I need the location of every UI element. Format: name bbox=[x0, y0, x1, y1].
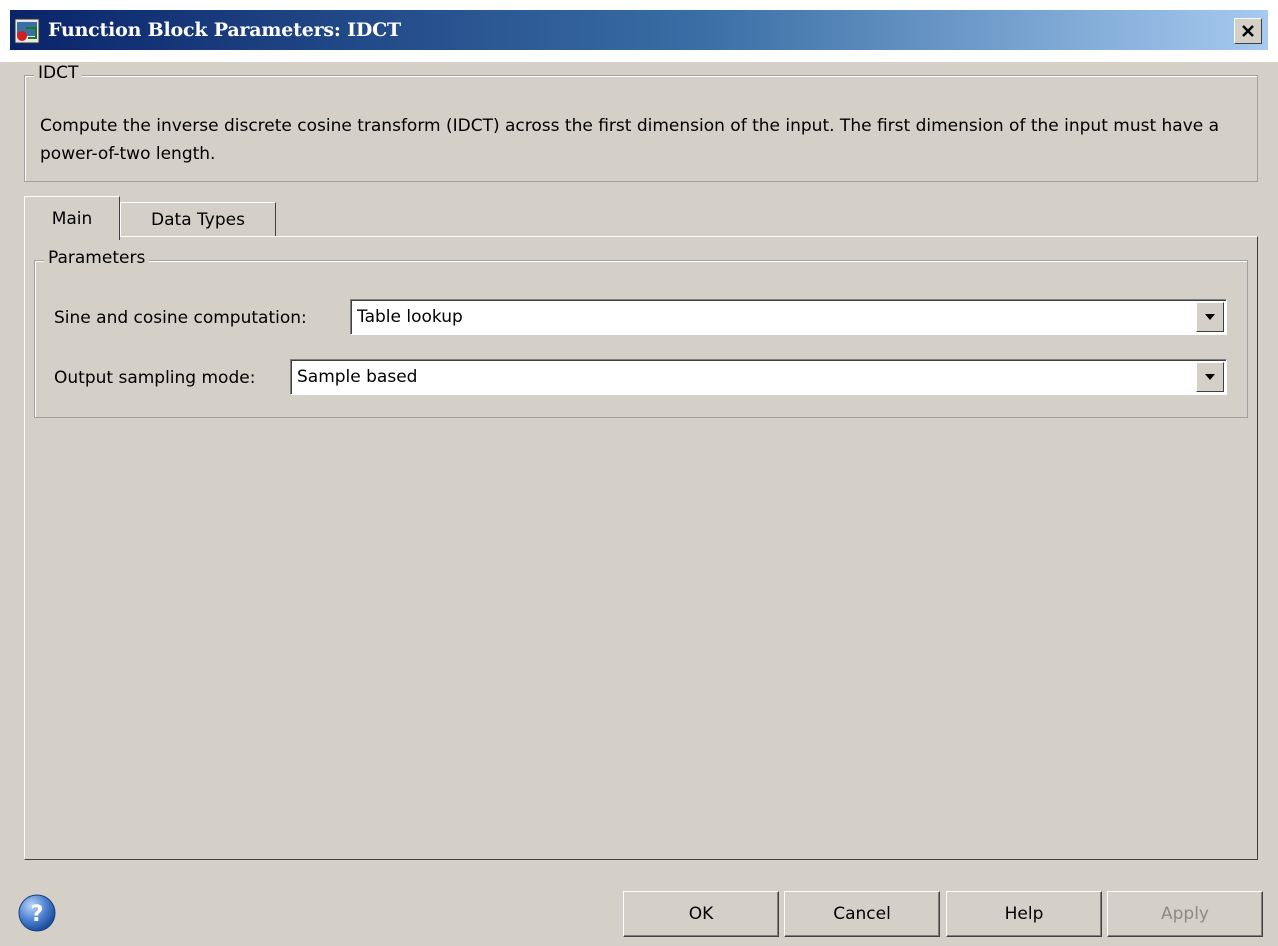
tab-data-types-label: Data Types bbox=[151, 209, 245, 230]
output-sampling-select[interactable]: Sample based bbox=[290, 359, 1227, 395]
output-sampling-label: Output sampling mode: bbox=[54, 368, 256, 388]
window-titlebar: Function Block Parameters: IDCT bbox=[0, 0, 1278, 62]
parameters-legend: Parameters bbox=[44, 248, 150, 268]
chevron-down-icon bbox=[1205, 314, 1215, 320]
svg-text:?: ? bbox=[31, 902, 44, 927]
close-icon bbox=[1242, 25, 1254, 37]
sine-cosine-value: Table lookup bbox=[357, 307, 463, 327]
sine-cosine-select[interactable]: Table lookup bbox=[350, 299, 1227, 335]
help-question-icon[interactable]: ? bbox=[17, 893, 57, 933]
tab-data-types[interactable]: Data Types bbox=[120, 202, 276, 236]
chevron-down-icon bbox=[1205, 374, 1215, 380]
output-sampling-value: Sample based bbox=[297, 367, 418, 387]
sine-cosine-dropdown-button[interactable] bbox=[1196, 302, 1224, 332]
output-sampling-dropdown-button[interactable] bbox=[1196, 362, 1224, 392]
description-legend: IDCT bbox=[34, 63, 83, 83]
ok-button[interactable]: OK bbox=[623, 891, 779, 937]
block-description: Compute the inverse discrete cosine tran… bbox=[40, 116, 1220, 164]
apply-button[interactable]: Apply bbox=[1107, 891, 1263, 937]
help-button[interactable]: Help bbox=[946, 891, 1102, 937]
tab-main[interactable]: Main bbox=[24, 196, 120, 240]
simulink-block-icon bbox=[14, 18, 40, 44]
cancel-button[interactable]: Cancel bbox=[784, 891, 940, 937]
sine-cosine-label: Sine and cosine computation: bbox=[54, 308, 307, 328]
close-button[interactable] bbox=[1234, 18, 1262, 44]
window-title: Function Block Parameters: IDCT bbox=[48, 19, 401, 41]
tab-main-label: Main bbox=[51, 208, 93, 229]
